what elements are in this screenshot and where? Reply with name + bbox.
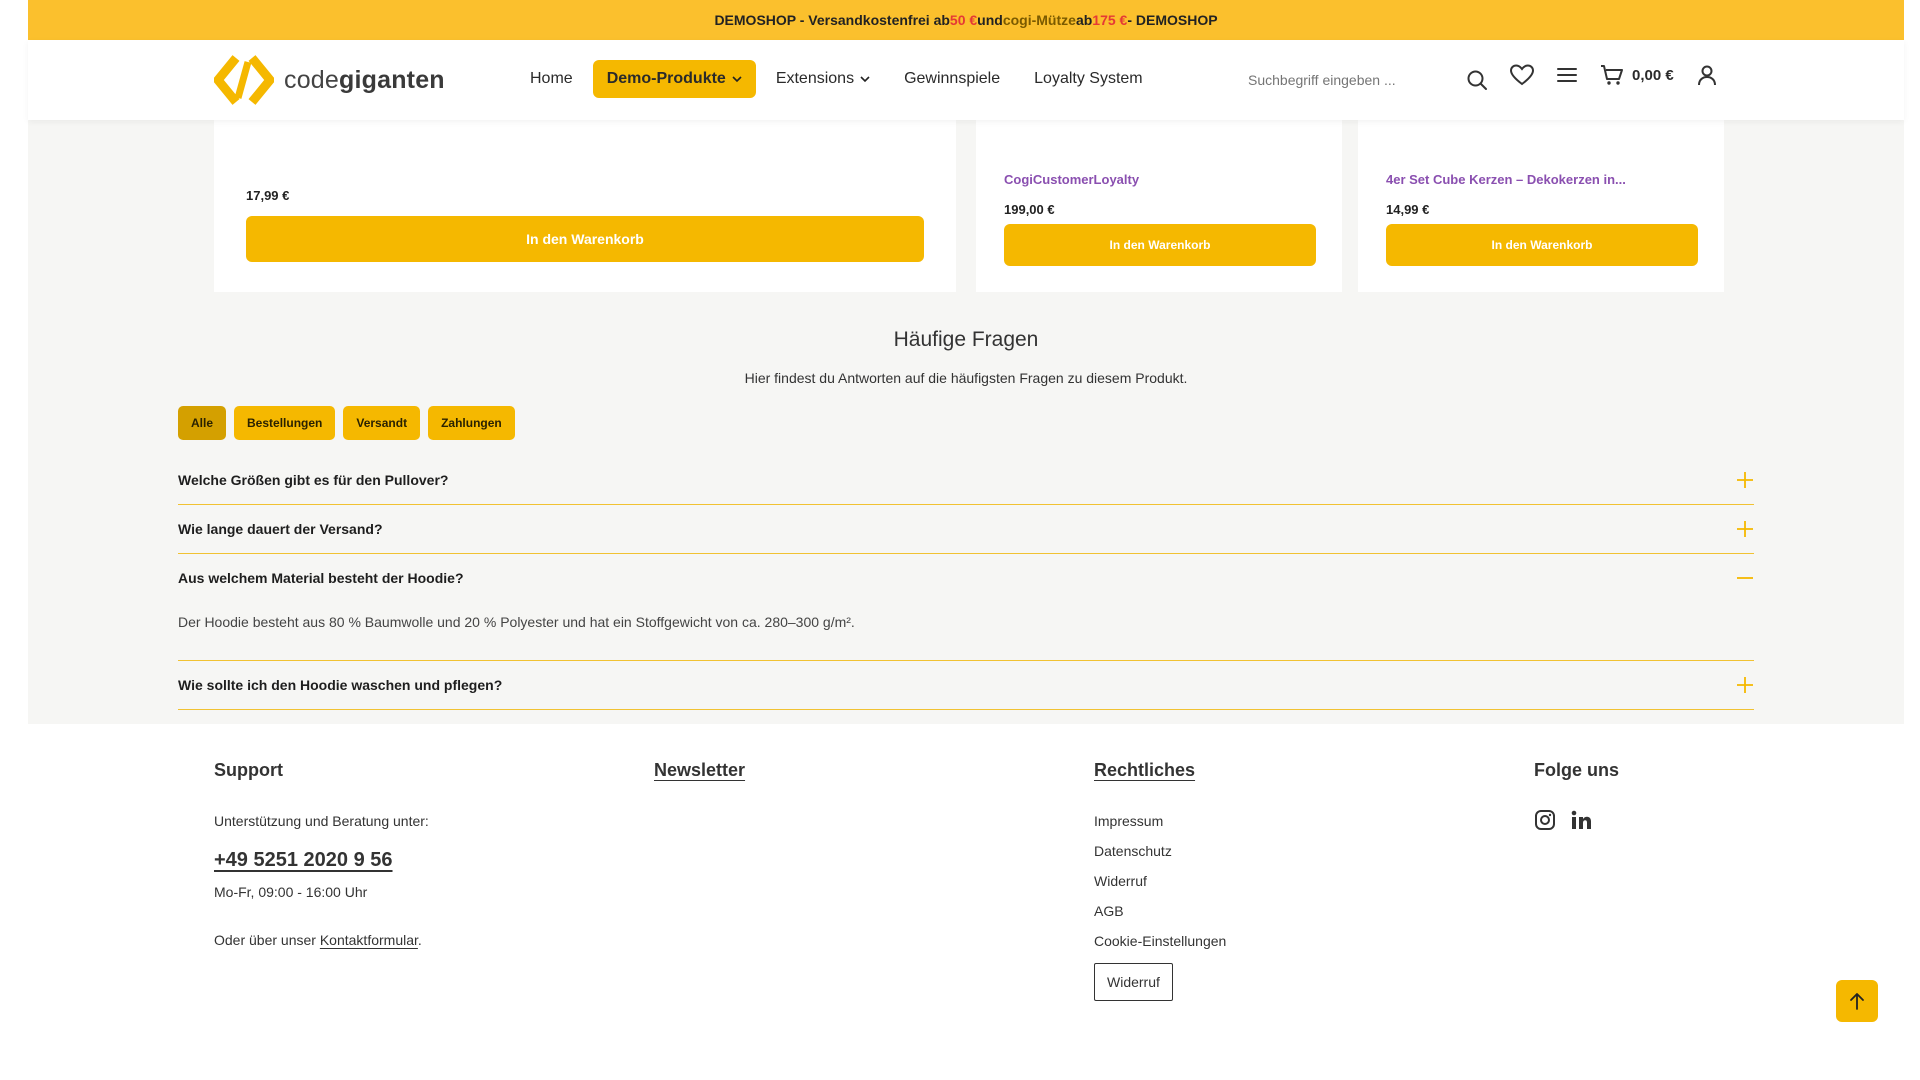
linkedin-icon[interactable] (1570, 809, 1592, 831)
link-widerruf[interactable]: Widerruf (1094, 873, 1226, 889)
faq-question[interactable]: Aus welchem Material besteht der Hoodie? (178, 554, 1754, 602)
nav-demo-produkte[interactable]: Demo-Produkte (592, 60, 756, 98)
announcement-text-4: - DEMOSHOP (1127, 12, 1218, 28)
support-text: Unterstützung und Beratung unter: (214, 813, 429, 829)
faq-question[interactable]: Wie lange dauert der Versand? (178, 505, 1754, 553)
faq-item: Welche Größen gibt es für den Pullover? (178, 456, 1754, 505)
announcement-bar: DEMOSHOP - Versandkostenfrei ab 50 € und… (28, 0, 1904, 40)
product-card: 17,99 € In den Warenkorb (214, 120, 956, 292)
user-account-icon[interactable] (1696, 64, 1718, 86)
footer-social: Folge uns (1534, 760, 1619, 831)
faq-question[interactable]: Welche Größen gibt es für den Pullover? (178, 456, 1754, 504)
nav-gewinnspiele[interactable]: Gewinnspiele (890, 60, 1014, 98)
support-hours: Mo-Fr, 09:00 - 16:00 Uhr (214, 884, 368, 900)
filter-alle[interactable]: Alle (178, 406, 227, 440)
main-content: 17,99 € In den Warenkorb CogiCustomerLoy… (28, 120, 1904, 724)
faq-list: Welche Größen gibt es für den Pullover? … (178, 456, 1754, 710)
faq-subtitle: Hier findest du Antworten auf die häufig… (744, 370, 1188, 386)
back-to-top-button[interactable] (1836, 980, 1878, 1022)
announcement-amount-1: 50 € (949, 12, 978, 28)
announcement-text-3: ab (1075, 12, 1093, 28)
arrow-up-icon (1850, 993, 1864, 1010)
cart-button[interactable]: 0,00 € (1600, 64, 1674, 86)
filter-zahlungen[interactable]: Zahlungen (428, 406, 515, 440)
filter-bestellungen[interactable]: Bestellungen (234, 406, 336, 440)
site-footer: Support Unterstützung und Beratung unter… (28, 724, 1904, 1080)
wishlist-heart-icon[interactable] (1510, 64, 1534, 86)
plus-icon (1737, 521, 1753, 537)
faq-item: Wie lange dauert der Versand? (178, 505, 1754, 554)
social-links (1534, 809, 1619, 831)
nav-home[interactable]: Home (516, 60, 587, 98)
link-impressum[interactable]: Impressum (1094, 813, 1226, 829)
link-agb[interactable]: AGB (1094, 903, 1226, 919)
add-to-cart-button[interactable]: In den Warenkorb (1004, 224, 1316, 266)
footer-legal-title[interactable]: Rechtliches (1094, 760, 1226, 781)
announcement-product: cogi-Mütze (1002, 12, 1076, 28)
faq-answer: Der Hoodie besteht aus 80 % Baumwolle un… (178, 614, 855, 630)
chevron-down-icon (732, 76, 742, 83)
announcement-text-2: und (977, 12, 1003, 28)
nav-loyalty-system[interactable]: Loyalty System (1020, 60, 1156, 98)
link-datenschutz[interactable]: Datenschutz (1094, 843, 1226, 859)
logo[interactable]: codegiganten (214, 52, 445, 108)
footer-newsletter: Newsletter (654, 760, 745, 781)
announcement-amount-2: 175 € (1092, 12, 1128, 28)
product-name[interactable]: CogiCustomerLoyalty (1004, 172, 1139, 187)
faq-question[interactable]: Wie sollte ich den Hoodie waschen und pf… (178, 661, 1754, 709)
plus-icon (1737, 677, 1753, 693)
filter-versandt[interactable]: Versandt (343, 406, 421, 440)
footer-newsletter-title[interactable]: Newsletter (654, 760, 745, 781)
site-header: codegiganten Home Demo-Produkte Extensio… (28, 40, 1904, 120)
header-actions: 0,00 € (1510, 64, 1718, 86)
minus-icon (1737, 577, 1753, 579)
logo-text: codegiganten (284, 65, 445, 94)
cart-icon (1601, 65, 1623, 85)
main-nav: Home Demo-Produkte Extensions Gewinnspie… (516, 60, 1157, 98)
product-name[interactable]: 4er Set Cube Kerzen – Dekokerzen in... (1386, 172, 1626, 187)
nav-extensions[interactable]: Extensions (762, 60, 884, 98)
faq-filters: Alle Bestellungen Versandt Zahlungen (178, 406, 515, 440)
logo-mark-icon (214, 55, 274, 105)
faq-item: Wie sollte ich den Hoodie waschen und pf… (178, 661, 1754, 710)
add-to-cart-button[interactable]: In den Warenkorb (246, 216, 924, 262)
contact-form-link[interactable]: Kontaktformular (320, 932, 418, 948)
product-card: CogiCustomerLoyalty 199,00 € In den Ware… (976, 120, 1342, 292)
product-price: 199,00 € (1004, 202, 1055, 217)
search-input[interactable] (1248, 72, 1438, 88)
chevron-down-icon (860, 76, 870, 83)
add-to-cart-button[interactable]: In den Warenkorb (1386, 224, 1698, 266)
footer-social-title: Folge uns (1534, 760, 1619, 780)
contact-line: Oder über unser Kontaktformular. (214, 932, 422, 948)
cart-total: 0,00 € (1632, 66, 1674, 84)
footer-support: Support Unterstützung und Beratung unter… (214, 760, 429, 948)
plus-icon (1737, 472, 1753, 488)
footer-legal: Rechtliches Impressum Datenschutz Widerr… (1094, 760, 1226, 1001)
search-bar (1248, 62, 1488, 98)
support-phone-link[interactable]: +49 5251 2020 9 56 (214, 849, 429, 872)
footer-support-title: Support (214, 760, 283, 780)
legal-links: Impressum Datenschutz Widerruf AGB Cooki… (1094, 813, 1226, 949)
product-price: 17,99 € (246, 188, 290, 203)
faq-item-expanded: Aus welchem Material besteht der Hoodie?… (178, 554, 1754, 661)
search-icon[interactable] (1466, 69, 1488, 91)
link-cookie-settings[interactable]: Cookie-Einstellungen (1094, 933, 1226, 949)
instagram-icon[interactable] (1534, 809, 1556, 831)
product-card: 4er Set Cube Kerzen – Dekokerzen in... 1… (1358, 120, 1724, 292)
menu-icon[interactable] (1556, 66, 1578, 84)
announcement-text-1: DEMOSHOP - Versandkostenfrei ab (714, 12, 950, 28)
faq-title: Häufige Fragen (893, 328, 1039, 351)
product-price: 14,99 € (1386, 202, 1430, 217)
widerruf-button[interactable]: Widerruf (1094, 963, 1173, 1001)
